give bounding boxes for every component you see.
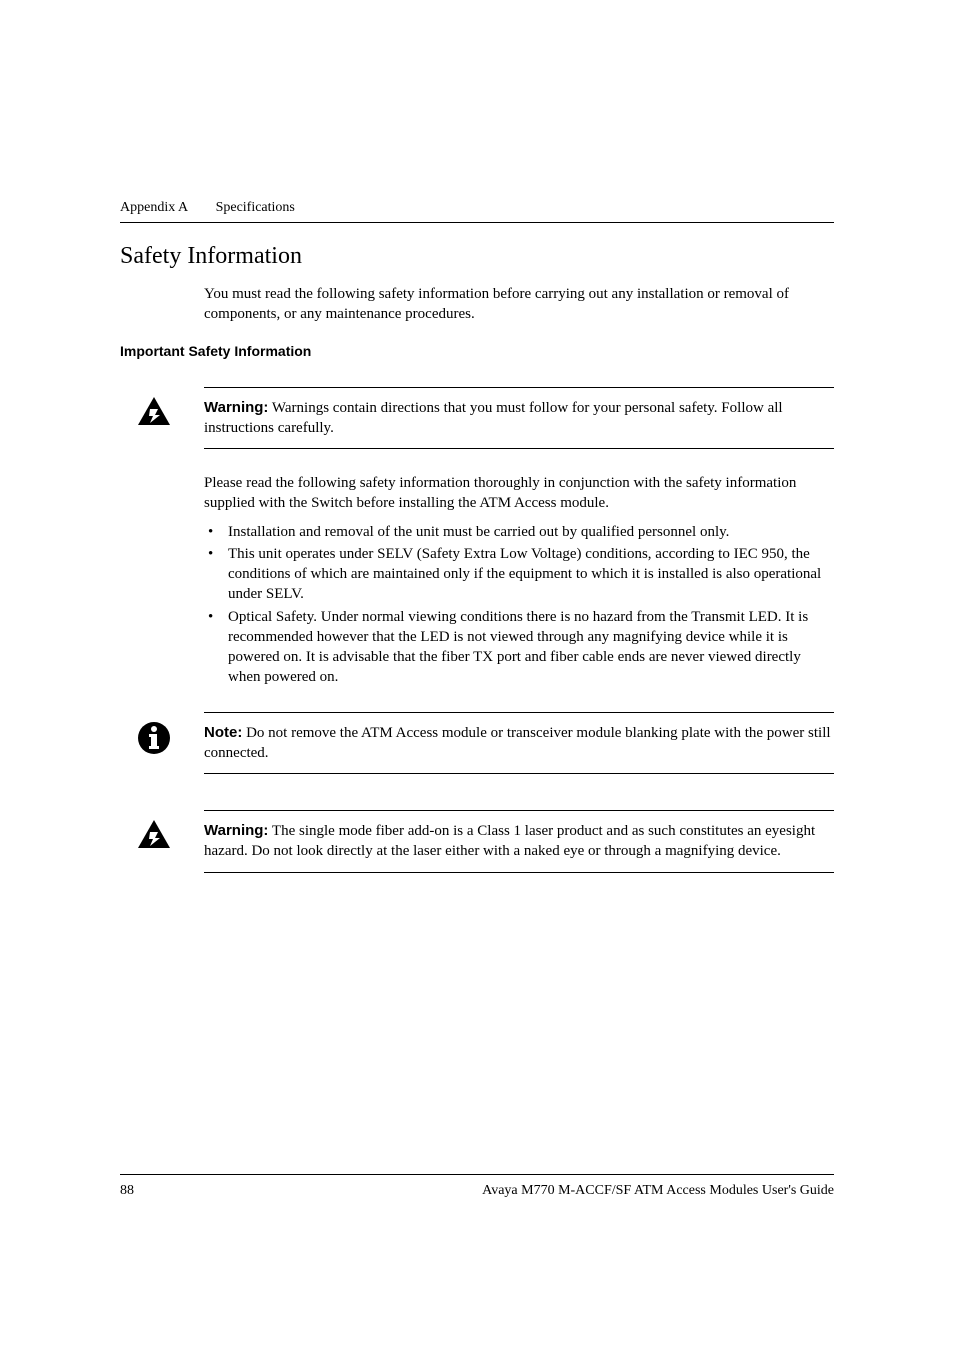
warning-body: The single mode fiber add-on is a Class …: [204, 823, 815, 859]
header-appendix: Appendix A: [120, 200, 188, 216]
warning-label: Warning:: [204, 399, 268, 416]
running-header: Appendix A Specifications: [120, 200, 834, 223]
warning-icon: [136, 818, 172, 854]
list-item: This unit operates under SELV (Safety Ex…: [204, 544, 834, 605]
note-text: Note: Do not remove the ATM Access modul…: [204, 723, 834, 764]
page-number: 88: [120, 1183, 134, 1199]
note-body: Do not remove the ATM Access module or t…: [204, 725, 831, 761]
warning-text-1: Warning: Warnings contain directions tha…: [204, 398, 834, 439]
safety-body-paragraph: Please read the following safety informa…: [204, 473, 834, 514]
warning-block-2: Warning: The single mode fiber add-on is…: [204, 810, 834, 873]
header-title: Specifications: [216, 200, 295, 216]
warning-label: Warning:: [204, 822, 268, 839]
section-title: Safety Information: [120, 243, 834, 270]
note-block: Note: Do not remove the ATM Access modul…: [204, 712, 834, 775]
bullet-list: Installation and removal of the unit mus…: [204, 522, 834, 688]
note-label: Note:: [204, 724, 242, 741]
footer-title: Avaya M770 M-ACCF/SF ATM Access Modules …: [482, 1183, 834, 1199]
warning-icon: [136, 395, 172, 431]
subsection-heading: Important Safety Information: [120, 343, 834, 359]
page-footer: 88 Avaya M770 M-ACCF/SF ATM Access Modul…: [120, 1174, 834, 1199]
list-item: Installation and removal of the unit mus…: [204, 522, 834, 542]
info-icon: [136, 720, 172, 756]
warning-block-1: Warning: Warnings contain directions tha…: [204, 387, 834, 450]
warning-body: Warnings contain directions that you mus…: [204, 400, 783, 436]
list-item: Optical Safety. Under normal viewing con…: [204, 607, 834, 688]
intro-paragraph: You must read the following safety infor…: [204, 284, 834, 325]
warning-text-2: Warning: The single mode fiber add-on is…: [204, 821, 834, 862]
